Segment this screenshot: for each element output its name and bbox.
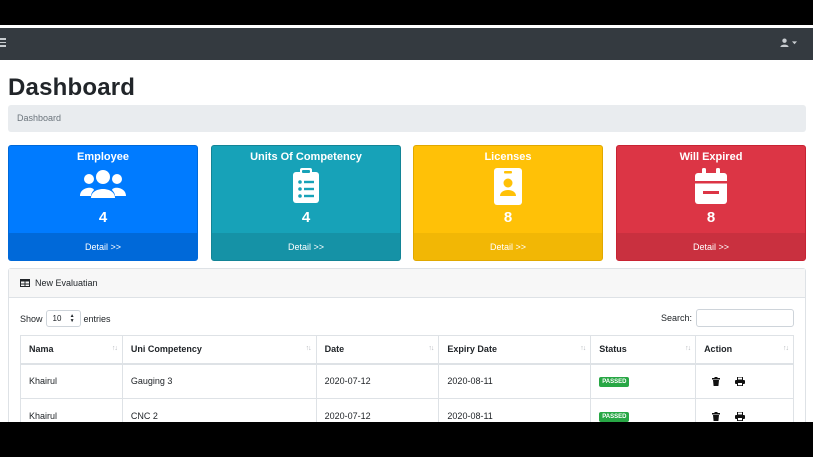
units-of-competency-card: Units Of Competency 4 Detail >>: [211, 145, 401, 261]
card-title: Will Expired: [679, 151, 743, 163]
cell-date: 2020-07-12: [315, 363, 440, 399]
sort-icon: ↑↓: [305, 345, 312, 352]
table-header-row: Nama ↑↓ Uni Competency ↑↓ Date ↑↓ Expiry Da…: [20, 335, 794, 365]
search-input[interactable]: [696, 309, 794, 327]
show-label: Show: [20, 313, 43, 324]
cell-status: PASSED: [590, 398, 697, 422]
app-window: Dashboard Dashboard Employee 4 Detail >>…: [0, 25, 813, 422]
units-count: 4: [301, 209, 311, 226]
print-icon[interactable]: [735, 376, 746, 386]
summary-cards: Employee 4 Detail >> Units Of Competency…: [8, 145, 806, 261]
cell-nama: Khairul: [20, 363, 123, 399]
employee-count: 4: [98, 209, 108, 226]
cell-date: 2020-07-12: [315, 398, 440, 422]
will-expired-detail-link[interactable]: Detail >>: [617, 233, 805, 260]
trash-icon[interactable]: [712, 376, 721, 386]
employee-card: Employee 4 Detail >>: [8, 145, 198, 261]
show-entries-control: Show 10 ▲ ▼ entries: [20, 310, 111, 327]
new-evaluation-panel: New Evaluatian Show 10 ▲ ▼ entries Search…: [8, 268, 806, 422]
entries-select-value: 10: [52, 314, 62, 323]
calendar-icon: [695, 168, 727, 204]
breadcrumb: Dashboard: [8, 105, 806, 132]
trash-icon[interactable]: [712, 411, 721, 421]
column-header-status[interactable]: Status ↑↓: [590, 335, 697, 365]
user-menu-dropdown[interactable]: [780, 38, 797, 47]
column-header-date[interactable]: Date ↑↓: [315, 335, 440, 365]
hamburger-menu-icon[interactable]: [0, 38, 7, 48]
table-row: Khairul Gauging 3 2020-07-12 2020-08-11 …: [20, 363, 794, 399]
users-icon: [80, 170, 126, 198]
panel-title: New Evaluatian: [35, 278, 98, 288]
cell-competency: Gauging 3: [121, 363, 317, 399]
user-icon: [780, 38, 789, 47]
caret-down-icon: [792, 40, 797, 44]
employee-detail-link[interactable]: Detail >>: [9, 233, 197, 260]
table-search: Search:: [661, 309, 794, 327]
status-badge: PASSED: [599, 412, 630, 422]
search-label: Search:: [660, 313, 692, 323]
sort-icon: ↑↓: [428, 345, 434, 352]
cell-action: [695, 363, 794, 399]
sort-icon: ↑↓: [685, 345, 691, 352]
panel-header: New Evaluatian: [9, 269, 805, 298]
cell-expiry-date: 2020-08-11: [438, 398, 592, 422]
column-header-expiry-date[interactable]: Expiry Date ↑↓: [438, 335, 592, 365]
will-expired-card: Will Expired 8 Detail >>: [616, 145, 806, 261]
licenses-detail-link[interactable]: Detail >>: [414, 233, 602, 260]
select-arrows-icon: ▲ ▼: [69, 313, 75, 324]
units-detail-link[interactable]: Detail >>: [212, 233, 400, 260]
sort-icon: ↑↓: [580, 345, 586, 352]
card-title: Licenses: [484, 151, 532, 163]
cell-status: PASSED: [590, 363, 697, 399]
licenses-count: 8: [503, 209, 513, 226]
card-title: Units Of Competency: [250, 151, 362, 163]
entries-select[interactable]: 10 ▲ ▼: [45, 310, 81, 327]
will-expired-count: 8: [706, 209, 716, 226]
table-row: Khairul CNC 2 2020-07-12 2020-08-11 PASS…: [20, 398, 794, 422]
column-header-action[interactable]: Action ↑↓: [695, 335, 794, 365]
cell-expiry-date: 2020-08-11: [438, 363, 592, 399]
column-header-nama[interactable]: Nama ↑↓: [20, 335, 123, 365]
status-badge: PASSED: [599, 377, 630, 388]
licenses-card: Licenses 8 Detail >>: [413, 145, 603, 261]
cell-competency: CNC 2: [121, 398, 317, 422]
cell-nama: Khairul: [20, 398, 123, 422]
page-title: Dashboard: [8, 74, 136, 101]
breadcrumb-item-dashboard[interactable]: Dashboard: [17, 113, 61, 123]
top-navbar: [0, 25, 813, 60]
sort-icon: ↑↓: [111, 345, 118, 352]
print-icon[interactable]: [735, 411, 746, 421]
entries-label: entries: [83, 313, 111, 324]
cell-action: [695, 398, 794, 422]
id-badge-icon: [494, 168, 522, 205]
sort-icon: ↑↓: [783, 345, 789, 352]
evaluation-table: Nama ↑↓ Uni Competency ↑↓ Date ↑↓ Expiry Da…: [20, 335, 794, 422]
clipboard-list-icon: [293, 168, 319, 203]
table-icon: [20, 279, 30, 287]
card-title: Employee: [77, 151, 129, 163]
column-header-competency[interactable]: Uni Competency ↑↓: [121, 335, 317, 365]
